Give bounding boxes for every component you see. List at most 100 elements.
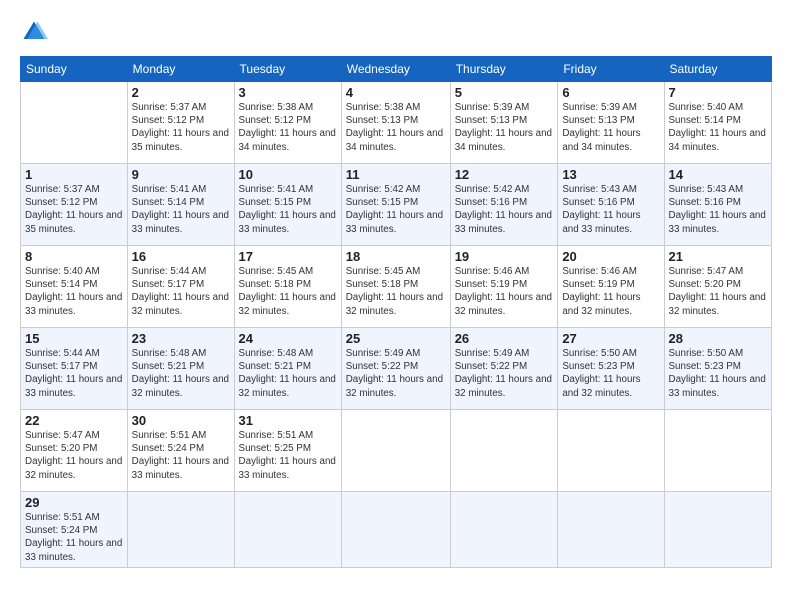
day-info: Sunrise: 5:48 AM Sunset: 5:21 PM Dayligh…: [132, 347, 230, 400]
calendar-cell: [558, 410, 664, 492]
day-info: Sunrise: 5:44 AM Sunset: 5:17 PM Dayligh…: [132, 265, 230, 318]
calendar-cell: 31Sunrise: 5:51 AM Sunset: 5:25 PM Dayli…: [234, 410, 341, 492]
day-number: 18: [346, 249, 446, 264]
day-info: Sunrise: 5:50 AM Sunset: 5:23 PM Dayligh…: [669, 347, 767, 400]
day-info: Sunrise: 5:51 AM Sunset: 5:24 PM Dayligh…: [132, 429, 230, 482]
day-number: 5: [455, 85, 554, 100]
day-number: 31: [239, 413, 337, 428]
calendar-table: SundayMondayTuesdayWednesdayThursdayFrid…: [20, 56, 772, 568]
day-info: Sunrise: 5:46 AM Sunset: 5:19 PM Dayligh…: [455, 265, 554, 318]
day-info: Sunrise: 5:49 AM Sunset: 5:22 PM Dayligh…: [455, 347, 554, 400]
day-number: 20: [562, 249, 659, 264]
day-number: 2: [132, 85, 230, 100]
day-info: Sunrise: 5:47 AM Sunset: 5:20 PM Dayligh…: [669, 265, 767, 318]
calendar-header-row: SundayMondayTuesdayWednesdayThursdayFrid…: [21, 57, 772, 82]
header: [20, 18, 772, 46]
day-number: 19: [455, 249, 554, 264]
calendar-header-wednesday: Wednesday: [341, 57, 450, 82]
calendar-cell: 9Sunrise: 5:41 AM Sunset: 5:14 PM Daylig…: [127, 164, 234, 246]
calendar-cell: 29Sunrise: 5:51 AM Sunset: 5:24 PM Dayli…: [21, 492, 128, 568]
day-number: 1: [25, 167, 123, 182]
calendar-cell: 20Sunrise: 5:46 AM Sunset: 5:19 PM Dayli…: [558, 246, 664, 328]
calendar-cell: 8Sunrise: 5:40 AM Sunset: 5:14 PM Daylig…: [21, 246, 128, 328]
calendar-cell: 26Sunrise: 5:49 AM Sunset: 5:22 PM Dayli…: [450, 328, 558, 410]
calendar-cell: 6Sunrise: 5:39 AM Sunset: 5:13 PM Daylig…: [558, 82, 664, 164]
day-number: 22: [25, 413, 123, 428]
day-number: 29: [25, 495, 123, 510]
day-number: 30: [132, 413, 230, 428]
day-number: 25: [346, 331, 446, 346]
calendar-cell: 5Sunrise: 5:39 AM Sunset: 5:13 PM Daylig…: [450, 82, 558, 164]
day-info: Sunrise: 5:44 AM Sunset: 5:17 PM Dayligh…: [25, 347, 123, 400]
day-number: 21: [669, 249, 767, 264]
day-info: Sunrise: 5:40 AM Sunset: 5:14 PM Dayligh…: [25, 265, 123, 318]
day-info: Sunrise: 5:38 AM Sunset: 5:12 PM Dayligh…: [239, 101, 337, 154]
day-number: 26: [455, 331, 554, 346]
calendar-cell: 30Sunrise: 5:51 AM Sunset: 5:24 PM Dayli…: [127, 410, 234, 492]
calendar-week-row: 29Sunrise: 5:51 AM Sunset: 5:24 PM Dayli…: [21, 492, 772, 568]
calendar-cell: [21, 82, 128, 164]
day-info: Sunrise: 5:39 AM Sunset: 5:13 PM Dayligh…: [562, 101, 659, 154]
day-info: Sunrise: 5:51 AM Sunset: 5:25 PM Dayligh…: [239, 429, 337, 482]
calendar-header-monday: Monday: [127, 57, 234, 82]
calendar-cell: 14Sunrise: 5:43 AM Sunset: 5:16 PM Dayli…: [664, 164, 771, 246]
logo-icon: [20, 18, 48, 46]
day-number: 10: [239, 167, 337, 182]
day-number: 15: [25, 331, 123, 346]
day-info: Sunrise: 5:45 AM Sunset: 5:18 PM Dayligh…: [346, 265, 446, 318]
day-number: 13: [562, 167, 659, 182]
calendar-cell: [664, 492, 771, 568]
calendar-cell: 23Sunrise: 5:48 AM Sunset: 5:21 PM Dayli…: [127, 328, 234, 410]
calendar-cell: 25Sunrise: 5:49 AM Sunset: 5:22 PM Dayli…: [341, 328, 450, 410]
calendar-cell: 22Sunrise: 5:47 AM Sunset: 5:20 PM Dayli…: [21, 410, 128, 492]
day-info: Sunrise: 5:42 AM Sunset: 5:16 PM Dayligh…: [455, 183, 554, 236]
calendar-cell: 21Sunrise: 5:47 AM Sunset: 5:20 PM Dayli…: [664, 246, 771, 328]
day-number: 12: [455, 167, 554, 182]
day-info: Sunrise: 5:45 AM Sunset: 5:18 PM Dayligh…: [239, 265, 337, 318]
calendar-week-row: 22Sunrise: 5:47 AM Sunset: 5:20 PM Dayli…: [21, 410, 772, 492]
day-number: 11: [346, 167, 446, 182]
calendar-cell: 1Sunrise: 5:37 AM Sunset: 5:12 PM Daylig…: [21, 164, 128, 246]
calendar-cell: 13Sunrise: 5:43 AM Sunset: 5:16 PM Dayli…: [558, 164, 664, 246]
day-info: Sunrise: 5:46 AM Sunset: 5:19 PM Dayligh…: [562, 265, 659, 318]
day-number: 14: [669, 167, 767, 182]
calendar-cell: 3Sunrise: 5:38 AM Sunset: 5:12 PM Daylig…: [234, 82, 341, 164]
calendar-cell: 16Sunrise: 5:44 AM Sunset: 5:17 PM Dayli…: [127, 246, 234, 328]
day-info: Sunrise: 5:37 AM Sunset: 5:12 PM Dayligh…: [132, 101, 230, 154]
calendar-cell: [450, 410, 558, 492]
day-number: 6: [562, 85, 659, 100]
day-number: 28: [669, 331, 767, 346]
calendar-cell: [558, 492, 664, 568]
day-info: Sunrise: 5:38 AM Sunset: 5:13 PM Dayligh…: [346, 101, 446, 154]
calendar-cell: 12Sunrise: 5:42 AM Sunset: 5:16 PM Dayli…: [450, 164, 558, 246]
calendar-cell: [664, 410, 771, 492]
day-info: Sunrise: 5:42 AM Sunset: 5:15 PM Dayligh…: [346, 183, 446, 236]
day-number: 24: [239, 331, 337, 346]
calendar-cell: 18Sunrise: 5:45 AM Sunset: 5:18 PM Dayli…: [341, 246, 450, 328]
calendar-cell: 10Sunrise: 5:41 AM Sunset: 5:15 PM Dayli…: [234, 164, 341, 246]
calendar-header-sunday: Sunday: [21, 57, 128, 82]
calendar-cell: 28Sunrise: 5:50 AM Sunset: 5:23 PM Dayli…: [664, 328, 771, 410]
calendar-cell: [127, 492, 234, 568]
day-info: Sunrise: 5:43 AM Sunset: 5:16 PM Dayligh…: [562, 183, 659, 236]
calendar-cell: 24Sunrise: 5:48 AM Sunset: 5:21 PM Dayli…: [234, 328, 341, 410]
calendar-cell: 11Sunrise: 5:42 AM Sunset: 5:15 PM Dayli…: [341, 164, 450, 246]
calendar-cell: [450, 492, 558, 568]
day-info: Sunrise: 5:39 AM Sunset: 5:13 PM Dayligh…: [455, 101, 554, 154]
page: SundayMondayTuesdayWednesdayThursdayFrid…: [0, 0, 792, 578]
calendar-cell: 27Sunrise: 5:50 AM Sunset: 5:23 PM Dayli…: [558, 328, 664, 410]
calendar-week-row: 1Sunrise: 5:37 AM Sunset: 5:12 PM Daylig…: [21, 164, 772, 246]
day-info: Sunrise: 5:43 AM Sunset: 5:16 PM Dayligh…: [669, 183, 767, 236]
day-info: Sunrise: 5:41 AM Sunset: 5:14 PM Dayligh…: [132, 183, 230, 236]
day-number: 16: [132, 249, 230, 264]
calendar-cell: 19Sunrise: 5:46 AM Sunset: 5:19 PM Dayli…: [450, 246, 558, 328]
calendar-cell: 7Sunrise: 5:40 AM Sunset: 5:14 PM Daylig…: [664, 82, 771, 164]
day-number: 9: [132, 167, 230, 182]
day-number: 17: [239, 249, 337, 264]
day-info: Sunrise: 5:48 AM Sunset: 5:21 PM Dayligh…: [239, 347, 337, 400]
calendar-header-friday: Friday: [558, 57, 664, 82]
day-number: 8: [25, 249, 123, 264]
day-info: Sunrise: 5:49 AM Sunset: 5:22 PM Dayligh…: [346, 347, 446, 400]
day-info: Sunrise: 5:50 AM Sunset: 5:23 PM Dayligh…: [562, 347, 659, 400]
day-number: 23: [132, 331, 230, 346]
